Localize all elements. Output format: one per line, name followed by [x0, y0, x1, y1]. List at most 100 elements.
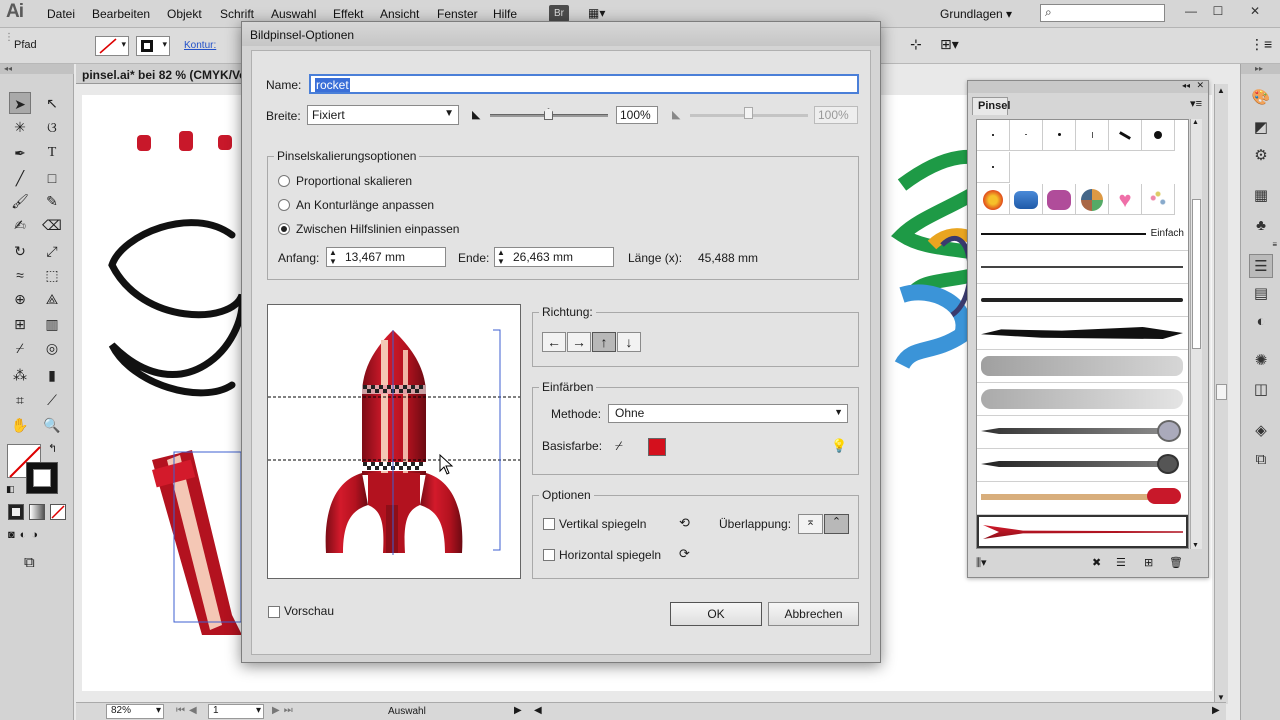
direction-left-button[interactable]: ←: [542, 332, 566, 352]
default-colors-icon[interactable]: ◧: [6, 484, 15, 495]
rotate-tool-icon[interactable]: ↻: [9, 240, 31, 262]
calligraphic-brush-4[interactable]: [1076, 120, 1109, 151]
calligraphic-brush-6[interactable]: [1142, 120, 1175, 151]
document-tab[interactable]: pinsel.ai* bei 82 % (CMYK/Vor: [76, 64, 246, 84]
artboard-field[interactable]: 1 ▾: [208, 704, 264, 719]
color-panel-icon[interactable]: 🎨: [1249, 86, 1273, 110]
width-percent-input[interactable]: 100%: [616, 106, 658, 124]
scatter-brush-dots[interactable]: [1142, 184, 1175, 215]
page-prev-icons[interactable]: ⏮◀: [176, 705, 201, 716]
art-brush-charcoal-thin[interactable]: [977, 251, 1188, 284]
canvas-vertical-scrollbar[interactable]: ▲ ▼: [1214, 84, 1228, 704]
align-icon[interactable]: ⊞▾: [940, 36, 959, 53]
status-menu-icon[interactable]: ▶: [514, 705, 522, 716]
remove-stroke-icon[interactable]: ✖: [1092, 556, 1101, 569]
symbol-sprayer-tool-icon[interactable]: ⁂: [9, 364, 31, 386]
shape-builder-tool-icon[interactable]: ⊕: [9, 288, 31, 310]
width-slider-thumb[interactable]: [544, 108, 553, 120]
menu-ansicht[interactable]: Ansicht: [380, 7, 419, 21]
stepper-icon[interactable]: ▲ ▼: [497, 248, 505, 266]
scatter-brush-purple[interactable]: [1043, 184, 1076, 215]
free-transform-tool-icon[interactable]: ⬚: [41, 264, 63, 286]
menu-effekt[interactable]: Effekt: [333, 7, 363, 21]
layers-panel-icon[interactable]: ◈: [1249, 419, 1273, 443]
column-graph-tool-icon[interactable]: ▮: [41, 364, 63, 386]
appearance-panel-icon[interactable]: ✺: [1249, 349, 1273, 373]
line-tool-icon[interactable]: ╱: [9, 167, 31, 189]
mesh-tool-icon[interactable]: ⊞: [9, 313, 31, 335]
artboards-panel-icon[interactable]: ⧉: [1249, 448, 1273, 472]
menu-datei[interactable]: Datei: [47, 7, 75, 21]
page-next-icons[interactable]: ▶⏭: [272, 705, 297, 716]
none-mode-icon[interactable]: [50, 504, 66, 520]
preview-checkbox[interactable]: [268, 606, 280, 618]
scroll-down-icon[interactable]: ▼: [1192, 542, 1199, 549]
eyedropper-icon[interactable]: ⌿: [615, 438, 623, 454]
ok-button[interactable]: OK: [670, 602, 762, 626]
stroke-swatch[interactable]: ▾: [136, 36, 170, 56]
paintbrush-tool-icon[interactable]: 🖌: [9, 190, 31, 212]
between-guides-radio[interactable]: [278, 223, 290, 235]
rectangle-tool-icon[interactable]: □: [41, 167, 63, 189]
hand-tool-icon[interactable]: ✋: [9, 414, 31, 436]
menu-auswahl[interactable]: Auswahl: [271, 7, 316, 21]
art-brush-charcoal[interactable]: [977, 284, 1188, 317]
art-brush-rocket[interactable]: [977, 515, 1188, 548]
direction-up-button[interactable]: ↑: [592, 332, 616, 352]
minimize-icon[interactable]: —: [1180, 4, 1202, 22]
zoom-field[interactable]: 82% ▾: [106, 704, 164, 719]
scatter-brush-heart[interactable]: ♥: [1109, 184, 1142, 215]
panel-menu-icon[interactable]: ⋮≡: [1250, 36, 1272, 53]
hscroll-left-icon[interactable]: ◀: [534, 705, 542, 716]
stroke-label[interactable]: Kontur:: [184, 40, 216, 51]
warp-tool-icon[interactable]: ≈: [9, 264, 31, 286]
art-brush-pencil-2[interactable]: [977, 449, 1188, 482]
brush-library-icon[interactable]: ⫼▾: [976, 556, 987, 570]
type-tool-icon[interactable]: T: [41, 142, 63, 164]
art-brush-pencil-1[interactable]: [977, 416, 1188, 449]
direction-down-button[interactable]: ↓: [617, 332, 641, 352]
eyedropper-tool-icon[interactable]: ⌿: [9, 337, 31, 359]
options-icon[interactable]: ☰: [1116, 556, 1126, 569]
magic-wand-tool-icon[interactable]: ✳: [9, 116, 31, 138]
overlap-none-button[interactable]: ⌃: [824, 514, 849, 534]
new-brush-icon[interactable]: ⊞: [1144, 556, 1153, 569]
color-guide-icon[interactable]: ◩: [1249, 116, 1273, 140]
lasso-tool-icon[interactable]: ଓ: [41, 116, 63, 138]
scroll-down-icon[interactable]: ▼: [1217, 693, 1225, 702]
zoom-tool-icon[interactable]: 🔍: [41, 414, 63, 436]
slice-tool-icon[interactable]: ⟋: [41, 389, 63, 411]
blob-brush-tool-icon[interactable]: ✍: [9, 214, 31, 236]
transparency-panel-icon[interactable]: ◐: [1249, 310, 1273, 334]
menu-bearbeiten[interactable]: Bearbeiten: [92, 7, 150, 21]
art-brush-match[interactable]: [977, 482, 1188, 515]
transform-icon[interactable]: ⊹: [910, 36, 922, 53]
gradient-mode-icon[interactable]: [29, 504, 45, 520]
gradient-tool-icon[interactable]: ▥: [41, 313, 63, 335]
start-input[interactable]: ▲ ▼ 13,467 mm: [326, 247, 446, 267]
close-icon[interactable]: ✕: [1244, 4, 1266, 22]
cancel-button[interactable]: Abbrechen: [768, 602, 859, 626]
screen-mode-icon[interactable]: ⧉: [24, 554, 35, 571]
stroke-color-swatch[interactable]: [26, 462, 58, 494]
scatter-brush-wheel[interactable]: [1076, 184, 1109, 215]
fill-swatch[interactable]: ▾: [95, 36, 129, 56]
overlap-adjust-button[interactable]: ⌅: [798, 514, 823, 534]
calligraphic-brush-5[interactable]: [1109, 120, 1142, 151]
color-mode-icon[interactable]: [8, 504, 24, 520]
pen-tool-icon[interactable]: ✒: [9, 142, 31, 164]
menu-schrift[interactable]: Schrift: [220, 7, 254, 21]
art-brush-watercolor[interactable]: [977, 350, 1188, 383]
dialog-title[interactable]: Bildpinsel-Optionen: [242, 22, 880, 46]
brush-list[interactable]: ♥ Einfach: [976, 119, 1189, 549]
scroll-thumb[interactable]: [1216, 384, 1227, 400]
dock-expand-icon[interactable]: ▸▸: [1241, 64, 1280, 74]
proportional-radio[interactable]: [278, 175, 290, 187]
eraser-tool-icon[interactable]: ⌫: [41, 214, 63, 236]
artboard-tool-icon[interactable]: ⌗: [9, 389, 31, 411]
method-select[interactable]: Ohne ▼: [608, 404, 848, 423]
scale-tool-icon[interactable]: ⤢: [41, 240, 63, 262]
brush-basic[interactable]: Einfach: [977, 218, 1188, 251]
workspace-switcher[interactable]: Grundlagen ▾: [940, 7, 1012, 21]
panel-header[interactable]: ◂◂ ✕: [968, 80, 1208, 93]
